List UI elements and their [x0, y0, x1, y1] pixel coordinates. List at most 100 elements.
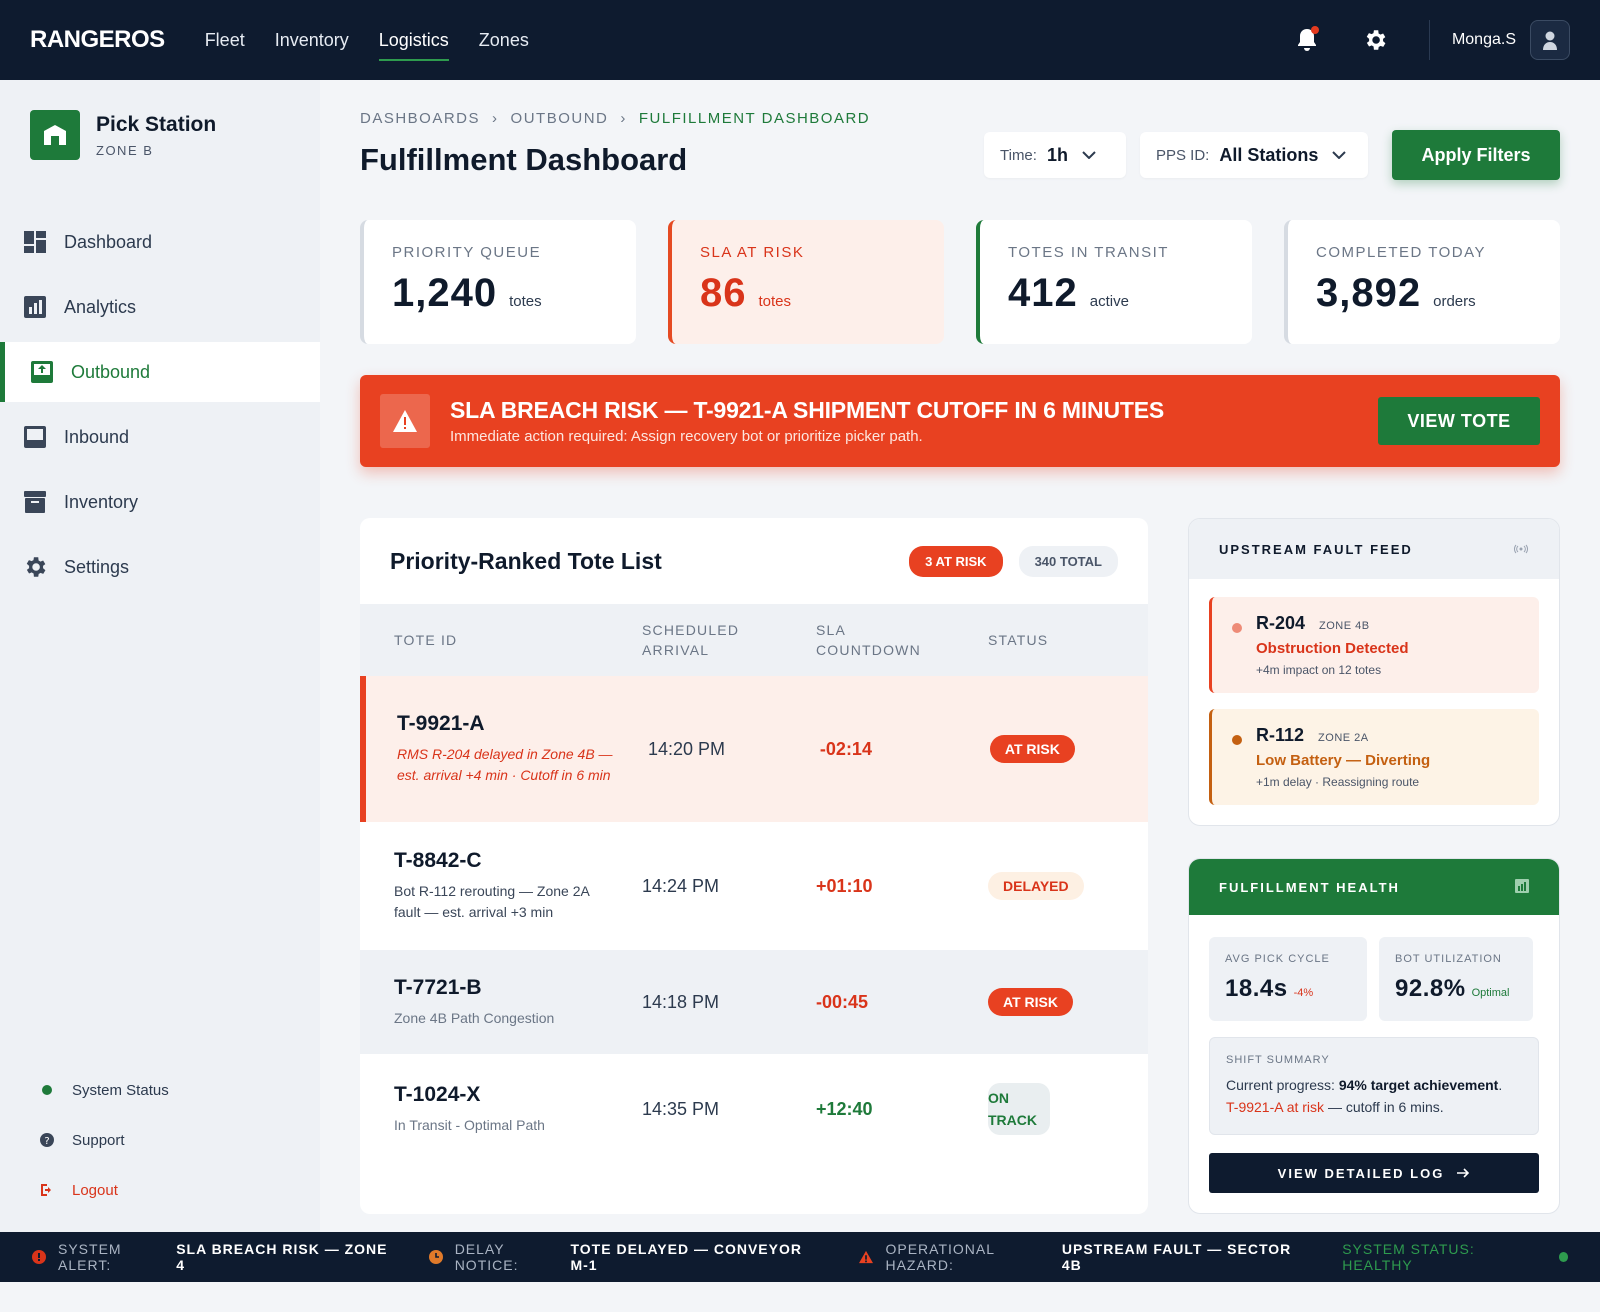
user-name[interactable]: Monga.S [1452, 31, 1516, 49]
gear-icon [22, 554, 48, 580]
sidebar-nav: Dashboard Analytics Outbound Inbound Inv… [0, 212, 320, 597]
chart-icon [1515, 878, 1529, 896]
warning-icon [380, 394, 430, 448]
sidebar-item-analytics[interactable]: Analytics [0, 277, 320, 337]
settings-button[interactable] [1355, 20, 1395, 60]
fault-dot-icon [1232, 735, 1242, 745]
top-nav: Fleet Inventory Logistics Zones [205, 24, 529, 61]
column-header-countdown[interactable]: SLA COUNTDOWN [816, 620, 988, 660]
avatar[interactable] [1530, 20, 1570, 60]
fault-item[interactable]: R-204 ZONE 4B Obstruction Detected +4m im… [1209, 597, 1539, 693]
stat-bot-utilization: BOT UTILIZATION 92.8% Optimal [1379, 937, 1533, 1021]
sla-countdown: +01:10 [816, 875, 873, 896]
shift-period: . [1498, 1077, 1503, 1093]
pps-filter-label: PPS ID: [1156, 146, 1210, 164]
time-filter-select[interactable]: Time: 1h [984, 132, 1126, 178]
fault-item[interactable]: R-112 ZONE 2A Low Battery — Diverting +1m… [1209, 709, 1539, 805]
notifications-button[interactable] [1287, 20, 1327, 60]
tote-list-title: Priority-Ranked Tote List [390, 547, 662, 574]
archive-icon [22, 489, 48, 515]
status-dot-icon [40, 1083, 54, 1097]
divider [1428, 20, 1430, 60]
kpi-sla-at-risk: SLA AT RISK 86 totes [668, 220, 944, 344]
column-header-arrival[interactable]: SCHEDULED ARRIVAL [642, 620, 816, 660]
clock-icon [428, 1250, 443, 1264]
shift-prefix: Current progress: [1226, 1077, 1335, 1093]
table-row[interactable]: T-1024-X In Transit - Optimal Path 14:35… [360, 1054, 1148, 1164]
warning-icon [859, 1250, 874, 1264]
scheduled-arrival: 14:35 PM [642, 1098, 720, 1119]
support-link[interactable]: ? Support [40, 1115, 169, 1165]
support-label: Support [72, 1131, 125, 1149]
kpi-value: 86 [700, 271, 747, 315]
pps-filter-value: All Stations [1219, 144, 1319, 165]
ticker-item[interactable]: OPERATIONAL HAZARD: UPSTREAM FAULT — SECT… [859, 1241, 1302, 1273]
tote-id: T-7721-B [394, 975, 482, 999]
grid-icon [22, 229, 48, 255]
fault-zone: ZONE 2A [1318, 732, 1369, 744]
ticker-item[interactable]: DELAY NOTICE: TOTE DELAYED — CONVEYOR M-1 [428, 1241, 820, 1273]
ticker-status-text: SYSTEM STATUS: HEALTHY [1342, 1241, 1475, 1273]
apply-filters-button[interactable]: Apply Filters [1392, 130, 1560, 180]
total-badge[interactable]: 340 TOTAL [1018, 545, 1118, 577]
sla-alert-banner: SLA BREACH RISK — T-9921-A SHIPMENT CUTO… [360, 375, 1560, 467]
sla-countdown: -00:45 [816, 991, 869, 1012]
brand-logo[interactable]: RANGEROS [30, 26, 165, 54]
column-header-status[interactable]: STATUS [988, 630, 1148, 650]
ticker-value: TOTE DELAYED — CONVEYOR M-1 [570, 1241, 802, 1273]
alert-subtitle: Immediate action required: Assign recove… [450, 428, 923, 445]
stat-avg-pick-cycle: AVG PICK CYCLE 18.4s -4% [1209, 937, 1367, 1021]
table-row[interactable]: T-7721-B Zone 4B Path Congestion 14:18 P… [360, 950, 1148, 1054]
sla-countdown: +12:40 [816, 1098, 873, 1119]
logout-link[interactable]: Logout [40, 1165, 169, 1215]
nav-logistics[interactable]: Logistics [378, 24, 449, 61]
column-header-tote-id[interactable]: TOTE ID [360, 630, 642, 650]
breadcrumb-item[interactable]: DASHBOARDS [360, 110, 480, 127]
health-header: FULFILLMENT HEALTH [1189, 859, 1559, 915]
table-header: TOTE ID SCHEDULED ARRIVAL SLA COUNTDOWN … [360, 604, 1148, 676]
stat-delta: Optimal [1471, 987, 1510, 999]
view-detailed-log-button[interactable]: VIEW DETAILED LOG [1209, 1153, 1539, 1193]
alert-title: SLA BREACH RISK — T-9921-A SHIPMENT CUTO… [450, 397, 1164, 423]
kpi-label: PRIORITY QUEUE [392, 244, 542, 261]
sidebar-item-inventory[interactable]: Inventory [0, 472, 320, 532]
at-risk-badge[interactable]: 3 AT RISK [909, 545, 1003, 577]
station-header: Pick Station ZONE B [0, 80, 320, 190]
breadcrumb-item[interactable]: OUTBOUND [511, 110, 609, 127]
gear-icon [1366, 30, 1386, 50]
pps-filter-select[interactable]: PPS ID: All Stations [1140, 132, 1368, 178]
ticker-value: SLA BREACH RISK — ZONE 4 [176, 1241, 388, 1273]
nav-zones[interactable]: Zones [479, 24, 529, 57]
view-tote-button[interactable]: VIEW TOTE [1378, 397, 1540, 445]
sidebar-item-inbound[interactable]: Inbound [0, 407, 320, 467]
logout-icon [40, 1183, 54, 1197]
status-badge: ON TRACK [988, 1083, 1050, 1135]
tote-list-header: Priority-Ranked Tote List 3 AT RISK 340 … [360, 518, 1148, 604]
system-status-link[interactable]: System Status [40, 1065, 169, 1115]
inbox-icon [22, 424, 48, 450]
tote-note: RMS R-204 delayed in Zone 4B — est. arri… [397, 746, 613, 783]
ticker-system-status[interactable]: SYSTEM STATUS: HEALTHY [1342, 1241, 1568, 1273]
fault-zone: ZONE 4B [1319, 620, 1370, 632]
nav-inventory[interactable]: Inventory [275, 24, 349, 57]
kpi-unit: active [1089, 293, 1129, 310]
fault-message: Obstruction Detected [1256, 640, 1409, 657]
time-filter-value: 1h [1046, 144, 1068, 165]
kpi-label: TOTES IN TRANSIT [1008, 244, 1169, 261]
shift-risk-tote[interactable]: T-9921-A at risk [1226, 1099, 1324, 1115]
stat-value: 92.8% [1395, 975, 1466, 1002]
ticker-item[interactable]: SYSTEM ALERT: SLA BREACH RISK — ZONE 4 [32, 1241, 389, 1273]
tote-id: T-1024-X [394, 1082, 481, 1106]
shift-summary-text: Current progress: 94% target achievement… [1226, 1074, 1522, 1118]
table-row[interactable]: T-8842-C Bot R-112 rerouting — Zone 2A f… [360, 822, 1148, 950]
kpi-value: 3,892 [1316, 271, 1422, 315]
broadcast-icon [1513, 542, 1529, 557]
top-bar: RANGEROS Fleet Inventory Logistics Zones… [0, 0, 1600, 80]
main-content: DASHBOARDS › OUTBOUND › FULFILLMENT DASH… [320, 80, 1600, 1232]
table-row[interactable]: T-9921-A RMS R-204 delayed in Zone 4B — … [360, 676, 1148, 822]
nav-fleet[interactable]: Fleet [205, 24, 245, 57]
sidebar-item-label: Inbound [64, 426, 130, 447]
sidebar-item-settings[interactable]: Settings [0, 537, 320, 597]
sidebar-item-outbound[interactable]: Outbound [0, 342, 320, 402]
sidebar-item-dashboard[interactable]: Dashboard [0, 212, 320, 272]
